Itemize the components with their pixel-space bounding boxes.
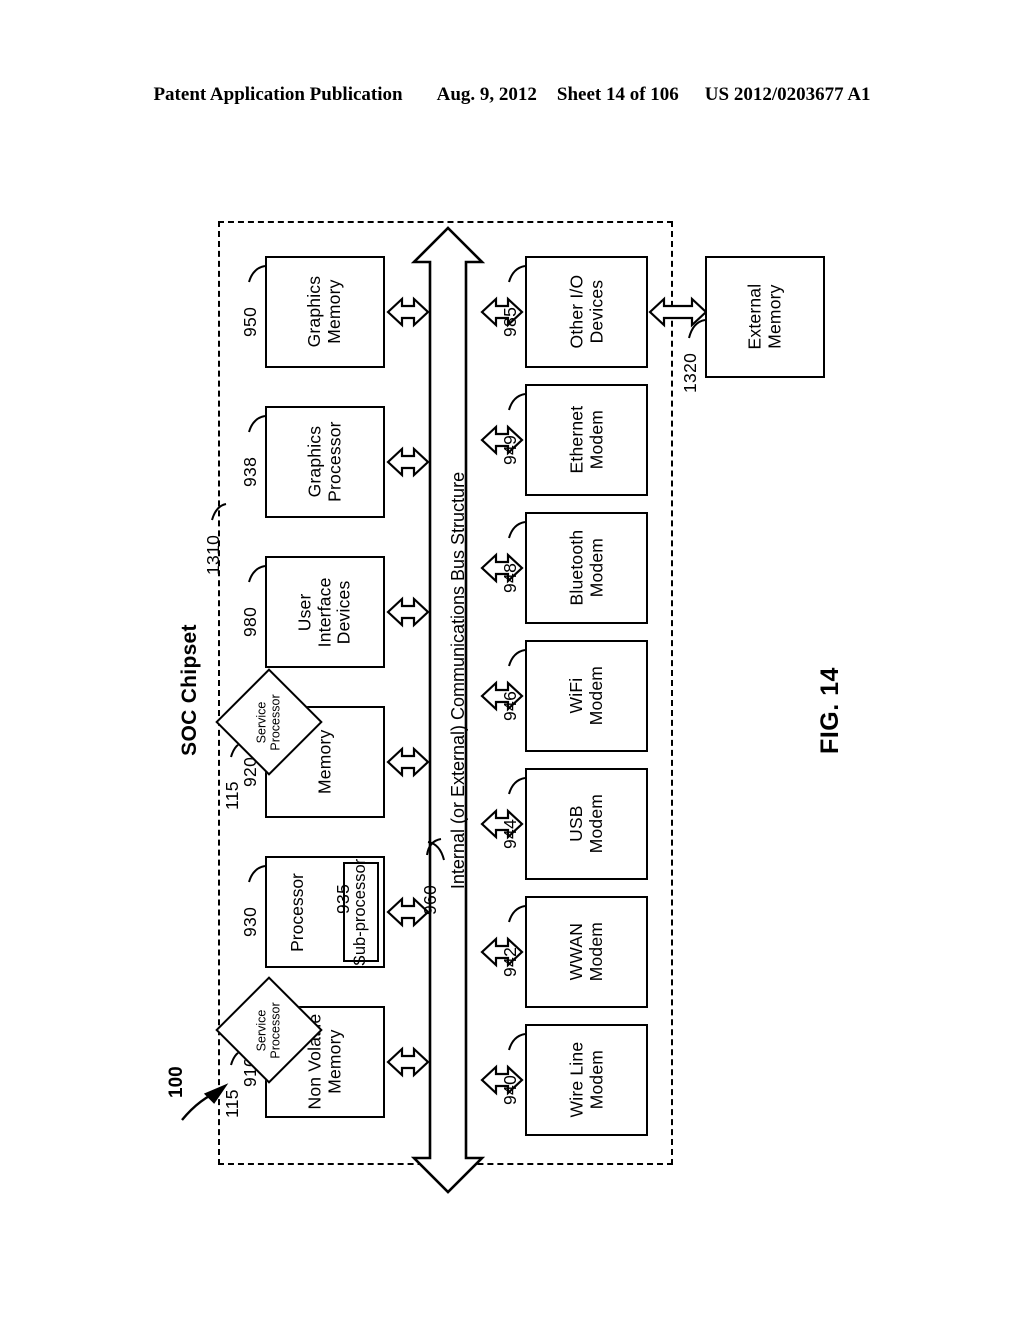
ref-942: 942 [500,946,520,977]
ref-980: 980 [240,606,260,637]
ref-910: 910 [240,1056,260,1087]
ref-960: 960 [420,884,440,915]
block-wire-line-modem-label: Wire Line Modem [565,1042,606,1118]
block-usb-modem[interactable]: USB Modem [525,768,648,880]
block-user-interface-devices[interactable]: User Interface Devices [265,556,385,668]
block-graphics-processor-label: Graphics Processor [304,421,344,503]
ref-935: 935 [333,883,353,914]
block-processor-label-wrap: Processor [267,858,327,966]
ref-948: 948 [500,562,520,593]
block-external-memory-label: External Memory [744,284,784,350]
block-wifi-modem[interactable]: WiFi Modem [525,640,648,752]
ref-949: 949 [500,434,520,465]
patent-figure: SOC Chipset Graphics Memory 950 Graphics… [0,0,1024,1320]
block-ethernet-modem[interactable]: Ethernet Modem [525,384,648,496]
soc-chipset-title: SOC Chipset [160,600,220,780]
block-other-io-devices-label: Other I/O Devices [565,275,606,349]
block-bluetooth-modem[interactable]: Bluetooth Modem [525,512,648,624]
ref-115-upper: 115 [222,781,242,810]
block-graphics-memory[interactable]: Graphics Memory [265,256,385,368]
communications-bus-label-wrap: Internal (or External) Communications Bu… [432,430,486,930]
ref-920: 920 [240,756,260,787]
ref-1320: 1320 [680,352,700,393]
block-graphics-processor[interactable]: Graphics Processor [265,406,385,518]
block-graphics-memory-label: Graphics Memory [304,276,344,348]
block-wire-line-modem[interactable]: Wire Line Modem [525,1024,648,1136]
block-wwan-modem-label: WWAN Modem [565,922,606,982]
ref-115-lower: 115 [222,1089,242,1118]
communications-bus-label: Internal (or External) Communications Bu… [448,471,469,889]
block-external-memory[interactable]: External Memory [705,256,825,378]
figure-caption: FIG. 14 [790,640,870,780]
block-processor[interactable]: Processor Sub-processor 935 [265,856,385,968]
block-bluetooth-modem-label: Bluetooth Modem [565,530,606,606]
ref-100: 100 [166,1066,187,1098]
ref-950: 950 [240,306,260,337]
ref-1310: 1310 [203,534,223,575]
block-usb-modem-label: USB Modem [565,794,606,854]
block-sub-processor-label: Sub-processor [351,858,370,966]
figure-caption-label: FIG. 14 [815,666,844,754]
block-user-interface-devices-label: User Interface Devices [294,577,354,647]
ref-930: 930 [240,906,260,937]
block-other-io-devices[interactable]: Other I/O Devices [525,256,648,368]
ref-944: 944 [500,818,520,849]
block-ethernet-modem-label: Ethernet Modem [565,406,606,474]
ref-985: 985 [500,306,520,337]
ref-940: 940 [500,1074,520,1105]
soc-chipset-title-label: SOC Chipset [178,624,201,756]
block-wwan-modem[interactable]: WWAN Modem [525,896,648,1008]
block-memory-label: Memory [314,729,335,795]
block-wifi-modem-label: WiFi Modem [565,666,606,726]
ref-938: 938 [240,456,260,487]
ref-946: 946 [500,690,520,721]
block-processor-label: Processor [286,872,307,952]
